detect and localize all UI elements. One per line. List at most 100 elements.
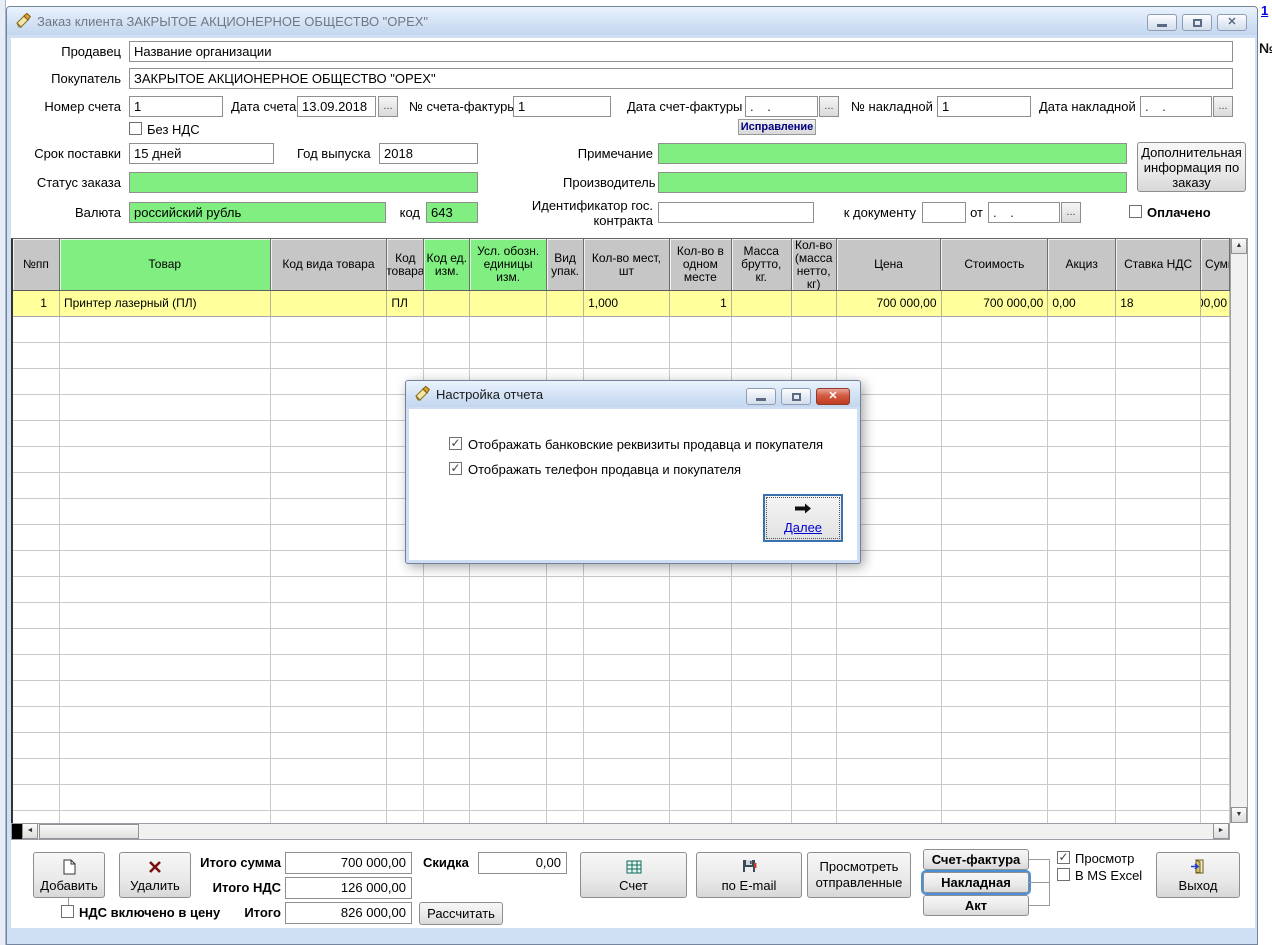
show-bank-details-label: Отображать банковские реквизиты продавца… bbox=[468, 437, 823, 452]
currency-label: Валюта bbox=[27, 205, 121, 220]
next-button[interactable]: Далее bbox=[763, 494, 843, 542]
excel-checkbox[interactable] bbox=[1057, 868, 1070, 881]
table-cell bbox=[387, 317, 424, 343]
table-cell[interactable] bbox=[732, 291, 792, 317]
table-cell bbox=[13, 733, 60, 759]
table-cell bbox=[670, 343, 732, 369]
invoice-number-field[interactable]: 1 bbox=[129, 96, 223, 117]
table-cell bbox=[942, 733, 1049, 759]
scroll-down-icon[interactable]: ▼ bbox=[1231, 807, 1247, 823]
dialog-titlebar[interactable]: Настройка отчета ✕ bbox=[406, 381, 860, 407]
waybill-button[interactable]: Накладная bbox=[923, 872, 1029, 893]
table-cell[interactable]: 126 000,00 bbox=[1201, 291, 1230, 317]
order-window-titlebar[interactable]: Заказ клиента ЗАКРЫТОЕ АКЦИОНЕРНОЕ ОБЩЕС… bbox=[7, 7, 1257, 35]
factura-date-picker-button[interactable]: ... bbox=[819, 96, 839, 117]
view-sent-button[interactable]: Просмотреть отправленные bbox=[807, 852, 911, 898]
calculate-button[interactable]: Рассчитать bbox=[419, 902, 503, 925]
table-empty-row bbox=[13, 317, 1230, 343]
dialog-close-icon[interactable]: ✕ bbox=[816, 388, 850, 405]
table-cell bbox=[387, 785, 424, 811]
invoice-button[interactable]: Счет bbox=[580, 852, 687, 898]
factura-date-field[interactable]: . . bbox=[745, 96, 818, 117]
factura-button[interactable]: Счет-фактура bbox=[923, 849, 1029, 870]
correction-button[interactable]: Исправление bbox=[738, 119, 816, 135]
table-cell bbox=[1116, 577, 1201, 603]
close-icon[interactable]: ✕ bbox=[1217, 14, 1247, 31]
add-row-button[interactable]: Добавить bbox=[33, 852, 105, 898]
show-phone-label: Отображать телефон продавца и покупателя bbox=[468, 462, 741, 477]
table-cell bbox=[942, 499, 1049, 525]
table-cell bbox=[1048, 785, 1116, 811]
table-empty-row bbox=[13, 733, 1230, 759]
email-button[interactable]: по E-mail bbox=[696, 852, 802, 898]
scroll-up-icon[interactable]: ▲ bbox=[1231, 238, 1247, 254]
dialog-minimize-icon[interactable] bbox=[746, 388, 776, 405]
extra-info-button[interactable]: Дополнительная информация по заказу bbox=[1137, 142, 1246, 192]
act-button[interactable]: Акт bbox=[923, 895, 1029, 916]
show-phone-checkbox[interactable]: ✓ bbox=[449, 462, 462, 475]
manufacturer-field[interactable] bbox=[658, 172, 1127, 193]
table-cell[interactable]: ПЛ bbox=[387, 291, 424, 317]
horizontal-scrollbar[interactable]: ◄ ► bbox=[11, 823, 1230, 840]
table-cell[interactable]: 18 bbox=[1116, 291, 1201, 317]
table-cell[interactable] bbox=[424, 291, 470, 317]
invoice-date-picker-button[interactable]: ... bbox=[378, 96, 398, 117]
waybill-date-field[interactable]: . . bbox=[1140, 96, 1212, 117]
no-vat-checkbox[interactable] bbox=[129, 122, 142, 135]
gov-contract-field[interactable] bbox=[658, 202, 814, 223]
scrollbar-corner bbox=[12, 824, 22, 839]
table-cell bbox=[837, 629, 942, 655]
buyer-field[interactable]: ЗАКРЫТОЕ АКЦИОНЕРНОЕ ОБЩЕСТВО "ОРЕХ" bbox=[129, 68, 1233, 89]
dialog-maximize-icon[interactable] bbox=[781, 388, 811, 405]
scroll-right-icon[interactable]: ► bbox=[1213, 823, 1229, 839]
table-cell bbox=[387, 681, 424, 707]
table-cell[interactable]: 1 bbox=[670, 291, 732, 317]
background-fragment: 1 bbox=[1261, 3, 1268, 18]
table-cell[interactable] bbox=[470, 291, 547, 317]
scroll-left-icon[interactable]: ◄ bbox=[22, 823, 38, 839]
order-status-field[interactable] bbox=[129, 172, 478, 193]
table-cell[interactable]: 1,000 bbox=[584, 291, 670, 317]
table-cell[interactable]: Принтер лазерный (ПЛ) bbox=[60, 291, 271, 317]
table-cell bbox=[387, 655, 424, 681]
delivery-term-field[interactable]: 15 дней bbox=[129, 143, 274, 164]
currency-field[interactable]: российский рубль bbox=[129, 202, 386, 223]
table-cell[interactable]: 0,00 bbox=[1048, 291, 1116, 317]
waybill-date-picker-button[interactable]: ... bbox=[1213, 96, 1233, 117]
dialog-title: Настройка отчета bbox=[436, 387, 543, 402]
table-cell bbox=[470, 655, 547, 681]
from-date-picker-button[interactable]: ... bbox=[1061, 202, 1081, 223]
note-field[interactable] bbox=[658, 143, 1127, 164]
table-cell bbox=[387, 629, 424, 655]
vertical-scrollbar[interactable]: ▲ ▼ bbox=[1230, 238, 1248, 823]
from-date-field[interactable]: . . bbox=[988, 202, 1060, 223]
to-document-field[interactable] bbox=[922, 202, 966, 223]
table-cell bbox=[942, 707, 1049, 733]
paid-checkbox[interactable] bbox=[1129, 205, 1142, 218]
issue-year-field[interactable]: 2018 bbox=[379, 143, 478, 164]
table-cell[interactable]: 1 bbox=[13, 291, 60, 317]
currency-code-field[interactable]: 643 bbox=[426, 202, 478, 223]
exit-button[interactable]: Выход bbox=[1156, 852, 1240, 898]
minimize-icon[interactable] bbox=[1147, 14, 1177, 31]
invoice-date-field[interactable]: 13.09.2018 bbox=[297, 96, 376, 117]
discount-field[interactable]: 0,00 bbox=[478, 852, 567, 874]
waybill-number-field[interactable]: 1 bbox=[937, 96, 1031, 117]
horizontal-scroll-thumb[interactable] bbox=[39, 824, 139, 839]
preview-checkbox[interactable]: ✓ bbox=[1057, 851, 1070, 864]
table-cell[interactable]: 700 000,00 bbox=[942, 291, 1049, 317]
show-bank-details-checkbox[interactable]: ✓ bbox=[449, 437, 462, 450]
table-cell[interactable] bbox=[792, 291, 837, 317]
table-cell[interactable] bbox=[547, 291, 584, 317]
factura-number-field[interactable]: 1 bbox=[513, 96, 611, 117]
seller-field[interactable]: Название организации bbox=[129, 41, 1233, 62]
invoice-number-label: Номер счета bbox=[27, 99, 121, 114]
dialog-app-icon bbox=[414, 385, 430, 404]
table-cell[interactable] bbox=[271, 291, 388, 317]
table-cell bbox=[732, 681, 792, 707]
table-cell[interactable]: 700 000,00 bbox=[837, 291, 942, 317]
table-cell bbox=[60, 421, 271, 447]
maximize-icon[interactable] bbox=[1182, 14, 1212, 31]
table-cell bbox=[1116, 551, 1201, 577]
vat-included-checkbox[interactable] bbox=[61, 905, 74, 918]
